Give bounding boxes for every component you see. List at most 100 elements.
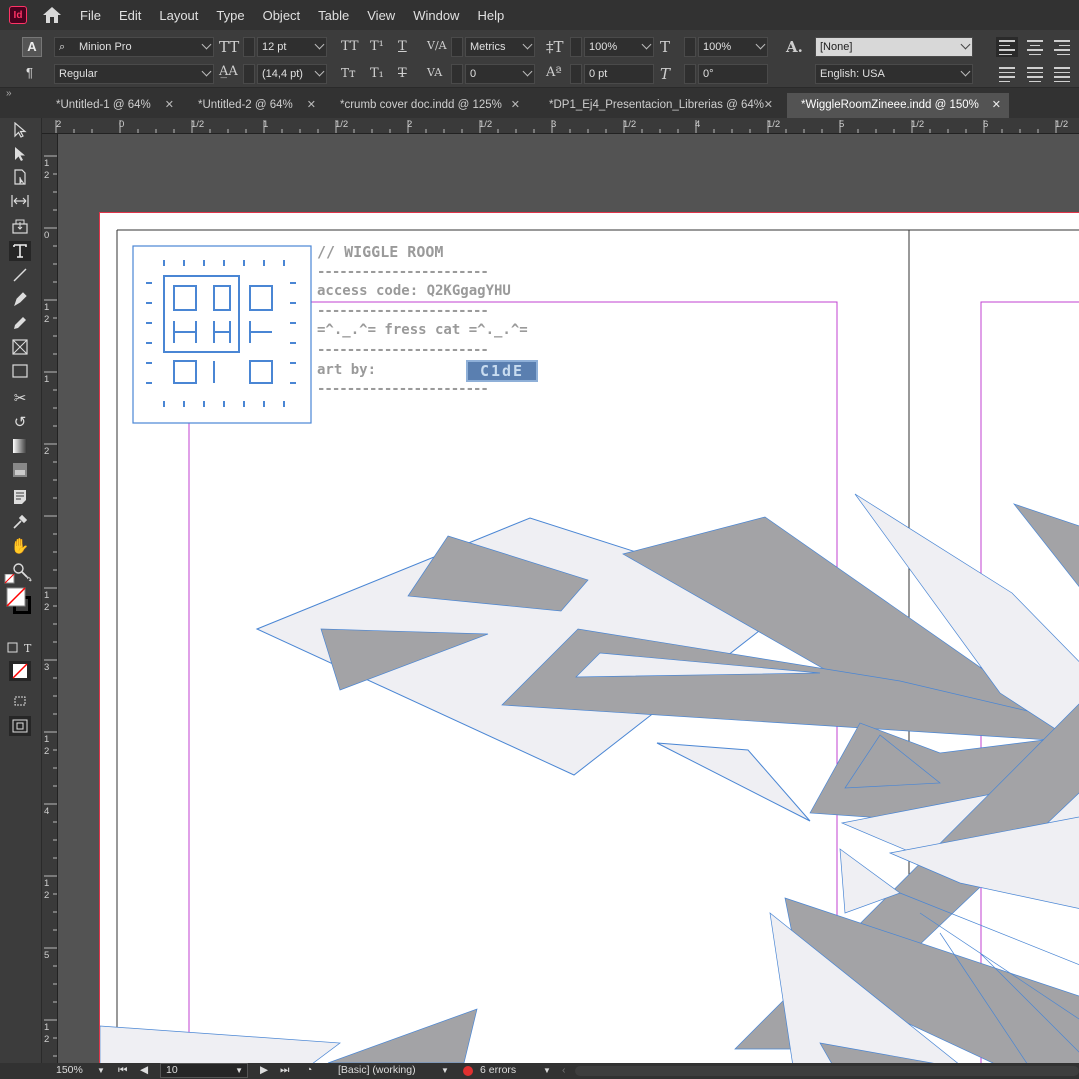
justify-left-button[interactable]	[996, 64, 1018, 84]
indesign-logo[interactable]: Id	[9, 6, 27, 24]
scroll-left-icon[interactable]: ‹	[562, 1064, 566, 1076]
rectangle-frame-tool-icon[interactable]	[9, 337, 31, 357]
all-caps-icon[interactable]: TT	[341, 39, 359, 54]
scissors-tool-icon[interactable]: ✂	[9, 388, 31, 408]
tab-untitled-1[interactable]: *Untitled-1 @ 64% ✕	[42, 93, 182, 118]
pencil-tool-icon[interactable]	[9, 313, 31, 333]
font-style-field[interactable]: Regular	[54, 64, 214, 84]
justify-center-button[interactable]	[1024, 64, 1046, 84]
subscript-icon[interactable]: T₁	[370, 66, 384, 81]
leading-stepper[interactable]	[243, 64, 255, 84]
zoom-level[interactable]: 150%	[56, 1064, 83, 1076]
error-status-icon[interactable]	[463, 1066, 473, 1076]
last-page-icon[interactable]: ⏭	[280, 1064, 289, 1077]
menu-layout[interactable]: Layout	[150, 8, 207, 23]
close-icon[interactable]: ✕	[992, 93, 1001, 117]
hand-tool-icon[interactable]: ✋	[9, 536, 31, 556]
character-style-field[interactable]: [None]	[815, 37, 973, 57]
menu-edit[interactable]: Edit	[110, 8, 150, 23]
previous-page-icon[interactable]: ◀	[140, 1064, 148, 1076]
gap-tool-icon[interactable]	[9, 191, 31, 211]
preview-mode-icon[interactable]	[9, 716, 31, 736]
align-right-button[interactable]	[1051, 37, 1073, 57]
skew-field[interactable]: 0°	[698, 64, 768, 84]
kerning-field[interactable]: Metrics	[465, 37, 535, 57]
tab-dp1-presentacion[interactable]: *DP1_Ej4_Presentacion_Librerias @ 64% ✕	[535, 93, 781, 118]
page-tool-icon[interactable]	[9, 167, 31, 187]
menu-window[interactable]: Window	[404, 8, 468, 23]
next-page-icon[interactable]: ▶	[260, 1064, 268, 1076]
content-collector-tool-icon[interactable]	[9, 216, 31, 236]
horizontal-scale-field[interactable]: 100%	[698, 37, 768, 57]
menu-help[interactable]: Help	[468, 8, 513, 23]
eyedropper-tool-icon[interactable]	[9, 512, 31, 532]
baseline-shift-field[interactable]: 0 pt	[584, 64, 654, 84]
small-caps-icon[interactable]: Tт	[341, 66, 356, 80]
strikethrough-icon[interactable]: T	[398, 66, 407, 81]
menu-view[interactable]: View	[358, 8, 404, 23]
note-tool-icon[interactable]	[9, 487, 31, 507]
align-left-button[interactable]	[996, 37, 1018, 57]
page-number-field[interactable]: 10 ▼	[160, 1063, 248, 1078]
kerning-stepper[interactable]	[451, 37, 463, 57]
preflight-errors[interactable]: 6 errors	[480, 1064, 516, 1076]
font-size-stepper[interactable]	[243, 37, 255, 57]
fill-stroke-swatches[interactable]	[3, 574, 37, 614]
vertical-scale-stepper[interactable]	[570, 37, 582, 57]
horizontal-ruler[interactable]: 2 0 1/2 1 1/2 2 1/2 3 1/2 4 1/2 5 1/2 6 …	[42, 118, 1079, 134]
tracking-field[interactable]: 0	[465, 64, 535, 84]
first-page-icon[interactable]: ⏮	[118, 1064, 127, 1077]
menu-type[interactable]: Type	[207, 8, 253, 23]
close-icon[interactable]: ✕	[511, 93, 520, 117]
type-tool-icon[interactable]	[9, 241, 31, 261]
document-page[interactable]: // WIGGLE ROOM ----------------------- a…	[99, 212, 1079, 1063]
font-size-field[interactable]: 12 pt	[257, 37, 327, 57]
leading-field[interactable]: (14,4 pt)	[257, 64, 327, 84]
horizontal-scale-stepper[interactable]	[684, 37, 696, 57]
line-tool-icon[interactable]	[9, 265, 31, 285]
vertical-scale-field[interactable]: 100%	[584, 37, 654, 57]
formatting-affects-container-icon[interactable]: T	[6, 638, 36, 658]
apply-none-icon[interactable]	[9, 661, 31, 681]
close-icon[interactable]: ✕	[165, 93, 174, 117]
font-family-field[interactable]: ⌕ Minion Pro	[54, 37, 214, 57]
justify-all-button[interactable]	[1051, 64, 1073, 84]
document-canvas[interactable]: // WIGGLE ROOM ----------------------- a…	[58, 134, 1079, 1063]
close-icon[interactable]: ✕	[307, 93, 316, 117]
tracking-stepper[interactable]	[451, 64, 463, 84]
free-transform-tool-icon[interactable]: ↺	[9, 412, 31, 432]
gradient-feather-tool-icon[interactable]	[9, 460, 31, 480]
ruler-label: 1	[44, 302, 50, 313]
chevron-down-icon[interactable]: ▼	[543, 1066, 551, 1075]
paragraph-formatting-button[interactable]: ¶	[26, 65, 33, 80]
pen-tool-icon[interactable]	[9, 289, 31, 309]
baseline-shift-stepper[interactable]	[570, 64, 582, 84]
preflight-profile[interactable]: [Basic] (working)	[338, 1064, 416, 1076]
gradient-swatch-tool-icon[interactable]	[9, 436, 31, 456]
rectangle-tool-icon[interactable]	[9, 361, 31, 381]
zine-text-frame[interactable]: // WIGGLE ROOM ----------------------- a…	[317, 243, 547, 400]
page-view-icon[interactable]: ◔	[306, 1064, 312, 1076]
skew-stepper[interactable]	[684, 64, 696, 84]
menu-file[interactable]: File	[71, 8, 110, 23]
tab-crumb-cover[interactable]: *crumb cover doc.indd @ 125% ✕	[326, 93, 528, 118]
chevron-down-icon[interactable]: ▼	[97, 1066, 105, 1075]
menu-object[interactable]: Object	[254, 8, 310, 23]
home-icon[interactable]	[41, 5, 63, 25]
menu-table[interactable]: Table	[309, 8, 358, 23]
close-icon[interactable]: ✕	[764, 93, 773, 117]
vertical-ruler[interactable]: 1 2 0 1 2 1 2 1 2 3 1 2 4 1 2 5 1 2	[42, 134, 58, 1063]
screen-mode-icon[interactable]	[9, 691, 31, 711]
language-field[interactable]: English: USA	[815, 64, 973, 84]
selection-tool-icon[interactable]	[9, 120, 31, 140]
character-formatting-button[interactable]: A	[22, 37, 42, 57]
horizontal-scrollbar[interactable]	[575, 1066, 1079, 1076]
panel-collapse-icon[interactable]: »	[6, 88, 12, 99]
tab-wiggleroom[interactable]: *WiggleRoomZineee.indd @ 150% ✕	[787, 93, 1009, 118]
underline-icon[interactable]: T	[398, 39, 407, 54]
align-center-button[interactable]	[1024, 37, 1046, 57]
direct-selection-tool-icon[interactable]	[9, 144, 31, 164]
chevron-down-icon[interactable]: ▼	[441, 1066, 449, 1075]
superscript-icon[interactable]: T¹	[370, 39, 384, 54]
tab-untitled-2[interactable]: *Untitled-2 @ 64% ✕	[184, 93, 324, 118]
